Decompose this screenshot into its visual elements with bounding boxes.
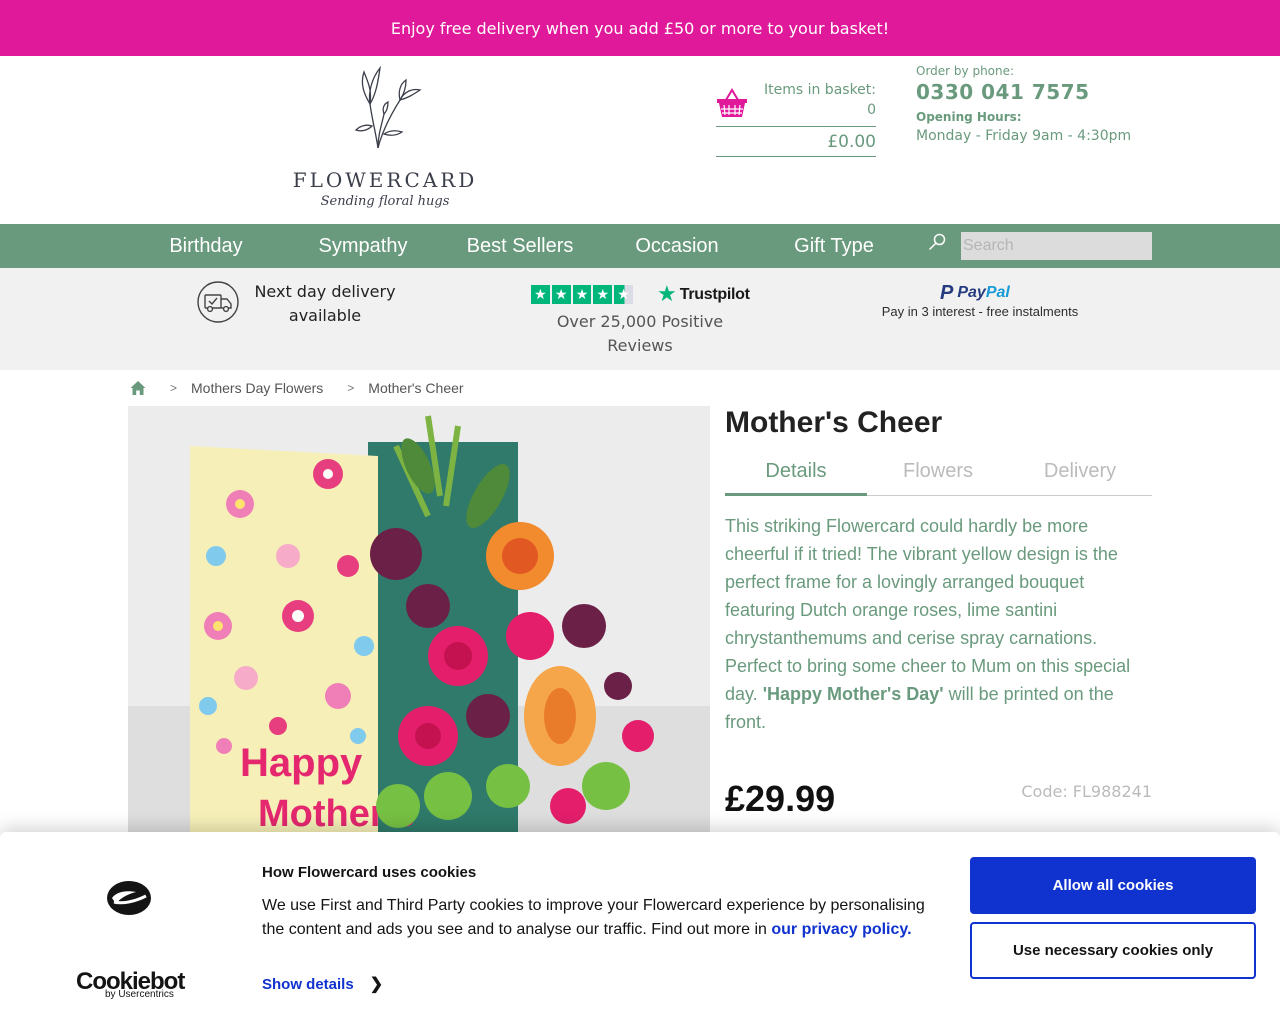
card-text-happy: Happy [240,741,363,785]
cookie-banner: Cookiebot by Usercentrics How Flowercard… [0,832,1280,1024]
usp-bar: Next day delivery available ★ ★ ★ ★ ★ ★ … [0,268,1280,370]
basket-label: Items in basket: [763,82,876,98]
trustpilot-logo[interactable]: ★ Trustpilot [657,284,750,306]
search-input[interactable] [961,232,1152,260]
basket-icon [717,88,747,117]
tab-delivery[interactable]: Delivery [1009,460,1151,483]
necessary-cookies-button[interactable]: Use necessary cookies only [970,922,1256,979]
breadcrumb-item[interactable]: Mothers Day Flowers [191,380,323,396]
chevron-right-icon: > [170,381,178,395]
product-photo: Happy Mother's [128,406,710,832]
paypal-logo: P PayPal [940,282,1010,304]
cookie-title: How Flowercard uses cookies [262,864,477,881]
cookiebot-by: by Usercentrics [105,989,174,1000]
show-details-label: Show details [262,975,354,993]
opening-hours-label: Opening Hours: [916,110,1022,124]
promo-banner: Enjoy free delivery when you add £50 or … [0,0,1280,56]
product-code: Code: FL988241 [1021,782,1152,801]
home-icon[interactable] [130,380,146,396]
product-tabs: Details Flowers Delivery [725,452,1152,496]
trustpilot-stars[interactable]: ★ ★ ★ ★ ★ [531,285,633,304]
order-by-phone-label: Order by phone: [916,64,1015,78]
product-description: This striking Flowercard could hardly be… [725,512,1152,736]
delivery-van-icon [197,281,239,323]
cookie-body: We use First and Third Party cookies to … [262,894,942,942]
product-image[interactable]: Happy Mother's [128,406,710,832]
logo-name: FLOWERCARD [292,168,478,192]
promo-text: Enjoy free delivery when you add £50 or … [390,18,890,38]
tab-details[interactable]: Details [725,460,867,483]
description-text: This striking Flowercard could hardly be… [725,516,1131,704]
paypal-icon: P [940,281,954,304]
logo[interactable]: FLOWERCARD Sending floral hugs [288,64,482,210]
phone-number[interactable]: 0330 041 7575 [916,80,1156,104]
star-icon: ★ [551,285,571,304]
paypal-instalments-text: Pay in 3 interest - free instalments [881,304,1079,319]
trustpilot-star-icon: ★ [657,282,677,307]
site-header: FLOWERCARD Sending floral hugs Items in … [0,56,1280,224]
allow-all-cookies-button[interactable]: Allow all cookies [970,857,1256,914]
trustpilot-brand: Trustpilot [679,286,750,303]
basket-divider [716,126,876,127]
search-icon[interactable] [928,233,946,251]
next-day-delivery-text: Next day delivery available [254,282,396,325]
product-price: £29.99 [725,778,836,819]
tab-flowers[interactable]: Flowers [867,460,1009,483]
privacy-policy-link[interactable]: our privacy policy. [771,921,911,938]
flower-logo-icon [354,65,422,149]
active-tab-indicator [725,493,867,496]
main-nav: Birthday Sympathy Best Sellers Occasion … [0,224,1280,268]
paypal-brand-pay: Pay [957,284,986,301]
contact-info: Order by phone: 0330 041 7575 Opening Ho… [916,64,1156,144]
chevron-right-icon: ❯ [369,976,384,993]
trustpilot-reviews-text: Over 25,000 Positive Reviews [556,312,724,355]
star-icon: ★ [572,285,592,304]
logo-tagline: Sending floral hugs [320,194,450,209]
star-icon: ★ [531,285,550,304]
nav-item-gift-type[interactable]: Gift Type [784,224,884,268]
nav-item-best-sellers[interactable]: Best Sellers [456,224,584,268]
product-title: Mother's Cheer [725,406,943,439]
show-details-button[interactable]: Show details ❯ [262,974,383,994]
star-icon: ★ [593,285,613,304]
opening-hours: Monday - Friday 9am - 4:30pm [916,128,1132,144]
breadcrumb: > Mothers Day Flowers > Mother's Cheer [130,378,464,398]
basket-widget[interactable]: Items in basket: 0 £0.00 [716,80,876,158]
chevron-right-icon: > [347,381,355,395]
description-bold: 'Happy Mother's Day' [762,684,944,704]
basket-count: 0 [867,102,876,118]
nav-item-birthday[interactable]: Birthday [156,224,256,268]
basket-divider [716,156,876,157]
breadcrumb-item-current: Mother's Cheer [368,380,464,396]
nav-item-sympathy[interactable]: Sympathy [308,224,418,268]
paypal-brand-pal: Pal [985,284,1010,301]
nav-item-occasion[interactable]: Occasion [626,224,728,268]
half-star-icon: ★ [614,285,633,304]
basket-total: £0.00 [827,132,876,152]
cookiebot-icon [107,881,151,915]
